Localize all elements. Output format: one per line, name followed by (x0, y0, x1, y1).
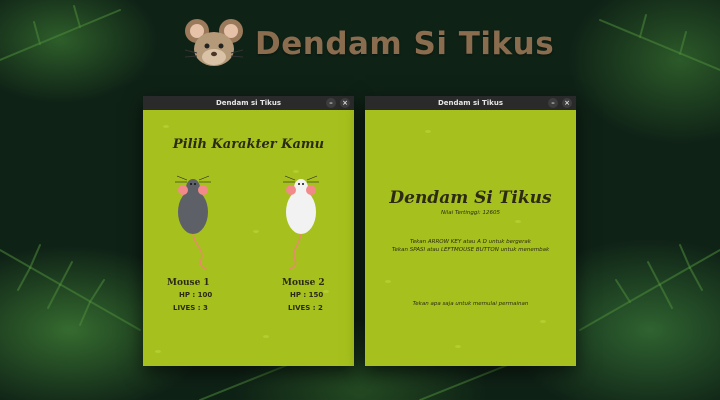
close-button[interactable]: × (562, 98, 572, 108)
character-select-window: Dendam si Tikus – × Pilih Karakter Kamu … (143, 96, 354, 366)
close-button[interactable]: × (340, 98, 350, 108)
grass-tuft (263, 335, 269, 338)
window-titlebar[interactable]: Dendam si Tikus – × (365, 96, 576, 110)
window-titlebar[interactable]: Dendam si Tikus – × (143, 96, 354, 110)
move-instruction: Tekan ARROW KEY atau A D untuk bergerak (410, 239, 531, 245)
mouse-2-name: Mouse 2 (282, 278, 325, 288)
game-canvas[interactable]: Dendam Si Tikus Nilai Tertinggi: 12605 T… (365, 110, 576, 366)
grass-tuft (385, 280, 391, 283)
minimize-button[interactable]: – (548, 98, 558, 108)
minimize-button[interactable]: – (326, 98, 336, 108)
start-screen-window: Dendam si Tikus – × Dendam Si Tikus Nila… (365, 96, 576, 366)
mouse-1-sprite[interactable] (171, 174, 215, 270)
start-instruction: Tekan apa saja untuk memulai permainan (412, 301, 529, 307)
app-header: Dendam Si Tikus (183, 12, 554, 76)
grass-tuft (323, 290, 329, 293)
grass-tuft (455, 345, 461, 348)
mouse-1-name: Mouse 1 (167, 278, 210, 288)
shoot-instruction: Tekan SPASI atau LEFTMOUSE BUTTON untuk … (391, 247, 550, 253)
highscore-text: Nilai Tertinggi: 12605 (441, 210, 500, 216)
choose-character-heading: Pilih Karakter Kamu (172, 137, 325, 152)
grass-tuft (253, 230, 259, 233)
game-title: Dendam Si Tikus (389, 188, 552, 208)
grass-tuft (163, 125, 169, 128)
grass-tuft (155, 350, 161, 353)
app-title: Dendam Si Tikus (255, 26, 555, 62)
grass-tuft (540, 320, 546, 323)
window-title: Dendam si Tikus (216, 99, 281, 107)
mouse-1-hp: HP : 100 (179, 291, 213, 299)
game-canvas[interactable]: Pilih Karakter Kamu Mouse 1 HP : 100 LIV… (143, 110, 354, 366)
mouse-1-lives: LIVES : 3 (173, 304, 208, 312)
mouse-2-lives: LIVES : 2 (288, 304, 323, 312)
grass-tuft (293, 170, 299, 173)
mouse-head-icon (184, 19, 244, 66)
grass-tuft (515, 220, 521, 223)
grass-tuft (425, 130, 431, 133)
window-title: Dendam si Tikus (438, 99, 503, 107)
mouse-2-hp: HP : 150 (290, 291, 324, 299)
mouse-2-sprite[interactable] (279, 174, 323, 270)
